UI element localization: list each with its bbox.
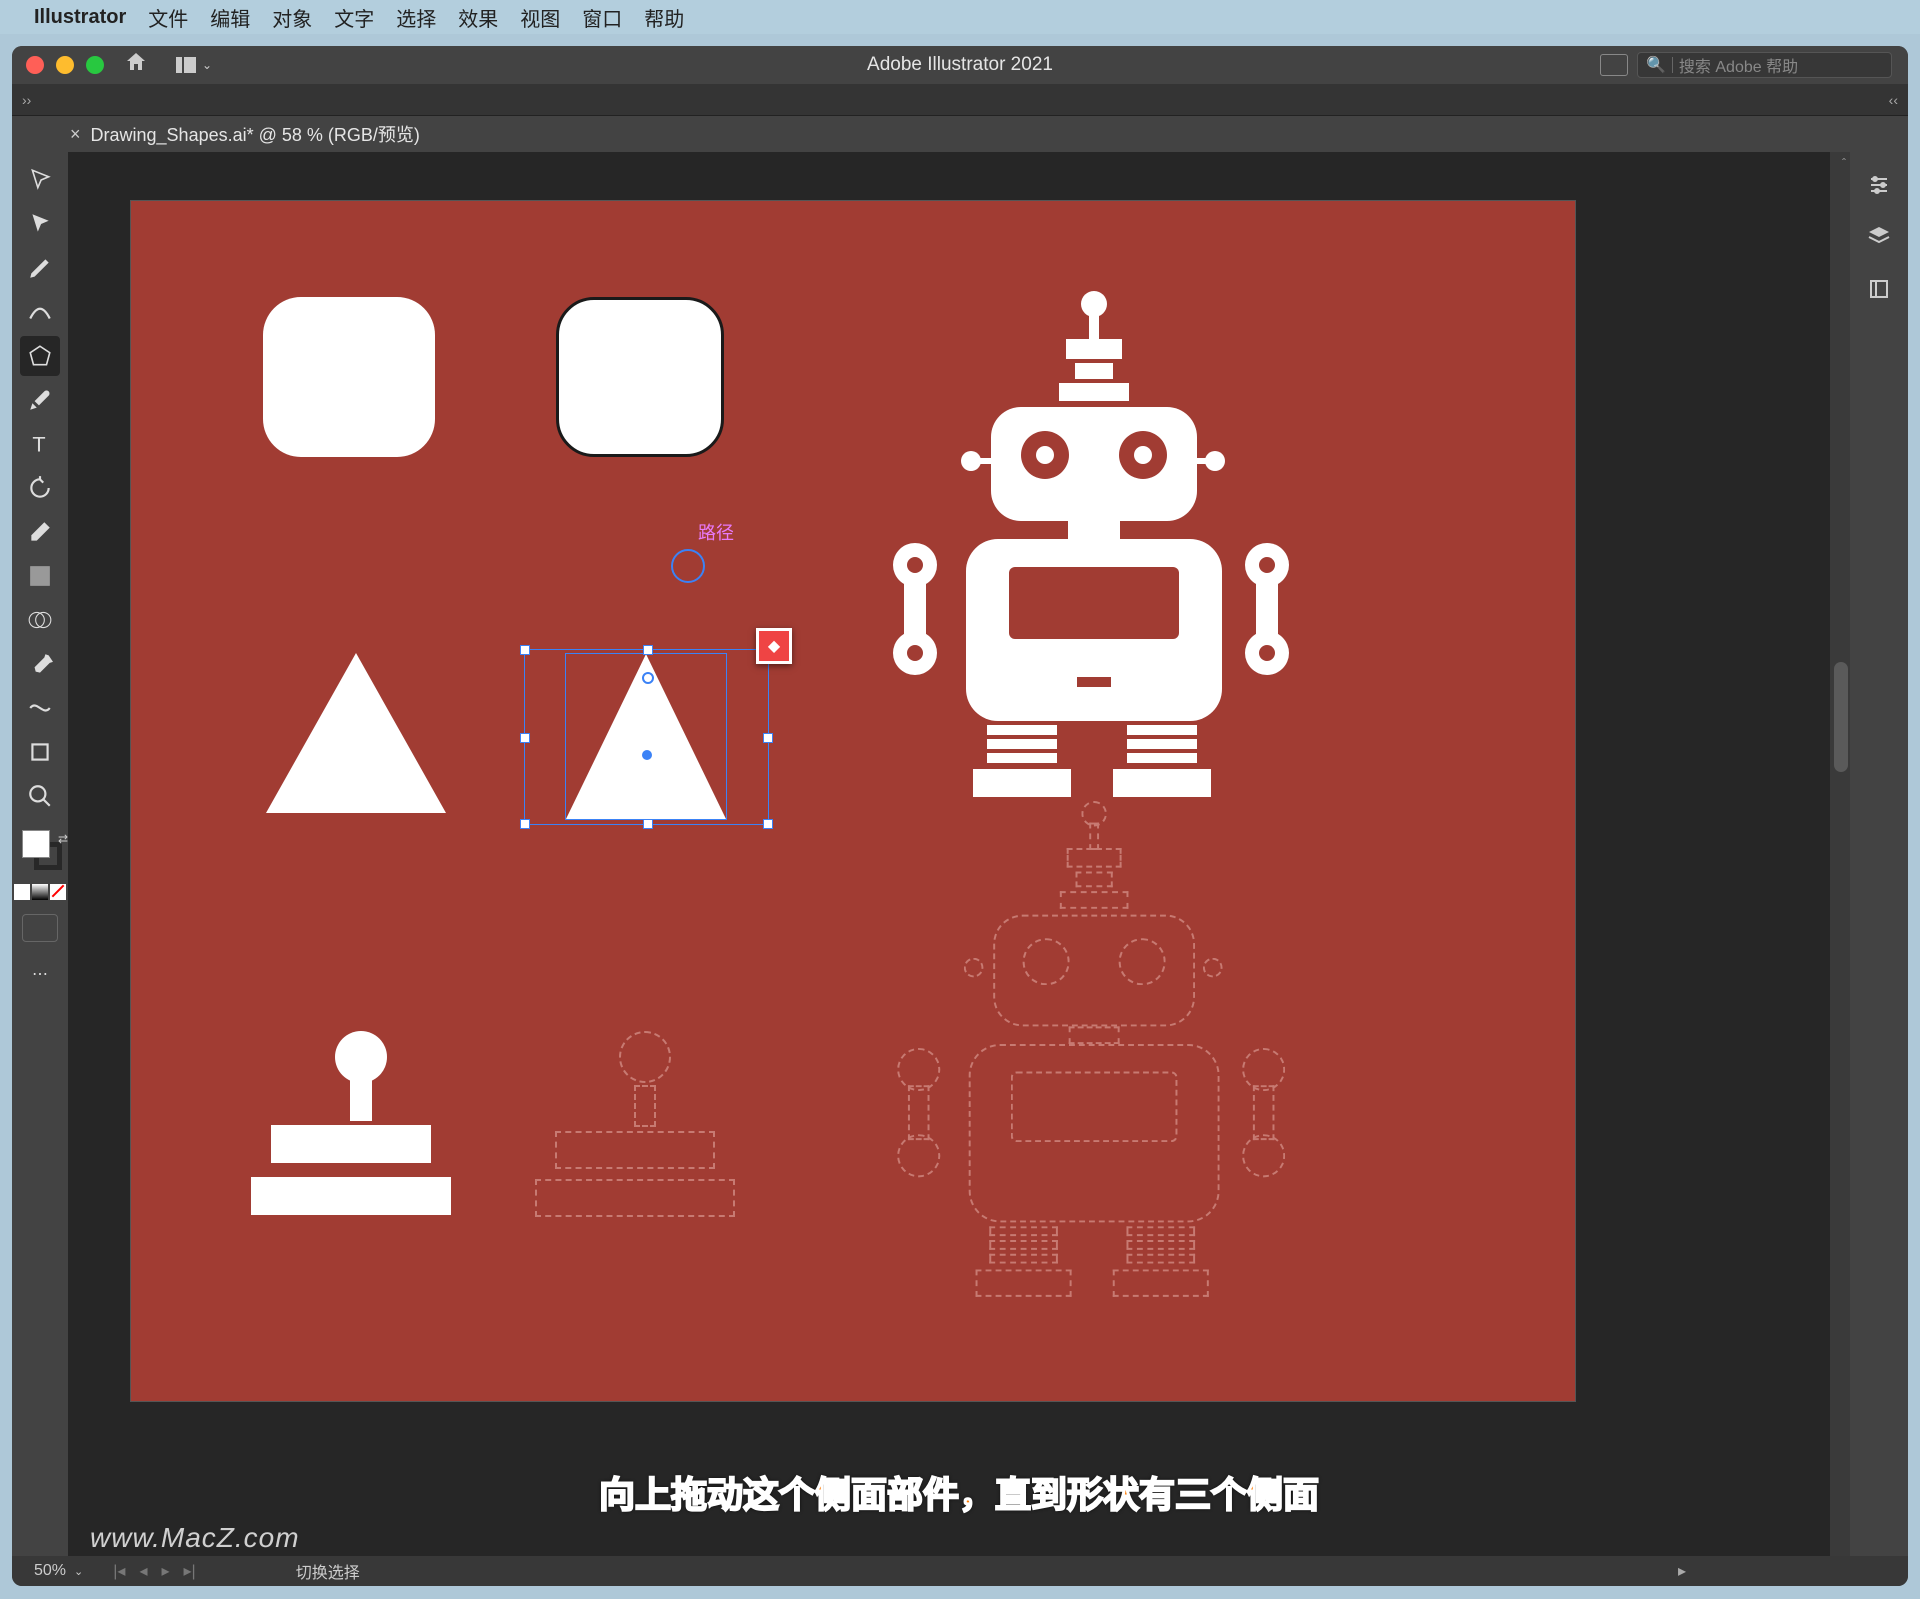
- workspace-switcher[interactable]: ⌄: [176, 57, 212, 73]
- anchor-hover-indicator: [671, 549, 705, 583]
- shape-rounded-rect-outlined[interactable]: [556, 297, 724, 457]
- libraries-panel-icon[interactable]: [1864, 274, 1894, 304]
- eraser-tool[interactable]: [20, 512, 60, 552]
- toolbox: T ⇄ ⋯: [12, 152, 68, 1556]
- arrange-documents-icon[interactable]: [1600, 54, 1628, 76]
- canvas[interactable]: 路径 ◆: [68, 152, 1850, 1556]
- bbox-handle-tc[interactable]: [643, 645, 653, 655]
- bbox-handle-bc[interactable]: [643, 819, 653, 829]
- width-tool[interactable]: [20, 688, 60, 728]
- bbox-handle-tl[interactable]: [520, 645, 530, 655]
- shape-builder-tool[interactable]: [20, 600, 60, 640]
- close-window-button[interactable]: [26, 56, 44, 74]
- zoom-level[interactable]: 50% ⌄: [34, 1562, 83, 1580]
- edit-toolbar-icon[interactable]: ⋯: [20, 954, 60, 994]
- maximize-window-button[interactable]: [86, 56, 104, 74]
- watermark-text: www.MacZ.com: [90, 1522, 300, 1554]
- layers-panel-icon[interactable]: [1864, 222, 1894, 252]
- document-tab-strip: × Drawing_Shapes.ai* @ 58 % (RGB/预览): [12, 116, 1908, 152]
- rotate-tool[interactable]: [20, 468, 60, 508]
- titlebar: ⌄ Adobe Illustrator 2021 🔍 搜索 Adobe 帮助: [12, 46, 1908, 84]
- minimize-window-button[interactable]: [56, 56, 74, 74]
- curvature-tool[interactable]: [20, 292, 60, 332]
- shape-pawn-dashed[interactable]: [555, 1031, 735, 1217]
- bbox-handle-br[interactable]: [763, 819, 773, 829]
- statusbar: 50% ⌄ |◂ ◂ ▸ ▸| 切换选择 ▸: [12, 1556, 1908, 1586]
- swap-fill-stroke-icon[interactable]: ⇄: [58, 832, 68, 846]
- color-mode-gradient[interactable]: [32, 884, 48, 900]
- gradient-tool[interactable]: [20, 556, 60, 596]
- paintbrush-tool[interactable]: [20, 380, 60, 420]
- search-icon: 🔍: [1646, 55, 1666, 75]
- shape-pawn-white[interactable]: [271, 1031, 451, 1215]
- corner-radius-handle[interactable]: [642, 672, 654, 684]
- bbox-handle-bl[interactable]: [520, 819, 530, 829]
- document-tab[interactable]: × Drawing_Shapes.ai* @ 58 % (RGB/预览): [70, 121, 420, 147]
- fill-stroke-swatch[interactable]: ⇄: [22, 830, 58, 866]
- properties-panel-icon[interactable]: [1864, 170, 1894, 200]
- last-artboard-icon[interactable]: ▸|: [184, 1561, 196, 1581]
- path-tooltip-label: 路径: [698, 519, 734, 545]
- color-mode-none[interactable]: [50, 884, 66, 900]
- svg-text:T: T: [32, 432, 45, 457]
- app-name[interactable]: Illustrator: [34, 6, 126, 29]
- artboard-nav: |◂ ◂ ▸ ▸|: [113, 1561, 195, 1581]
- prev-artboard-icon[interactable]: ◂: [139, 1561, 147, 1581]
- fill-color-swatch[interactable]: [22, 830, 50, 858]
- vertical-scrollbar[interactable]: ˆ: [1830, 152, 1850, 1556]
- polygon-tool[interactable]: [20, 336, 60, 376]
- pen-tool[interactable]: [20, 248, 60, 288]
- selection-mode-label[interactable]: 切换选择: [296, 1559, 360, 1583]
- bbox-handle-ml[interactable]: [520, 733, 530, 743]
- menu-help[interactable]: 帮助: [644, 3, 684, 32]
- shape-center-handle[interactable]: [642, 750, 652, 760]
- menu-effect[interactable]: 效果: [458, 3, 498, 32]
- scroll-thumb[interactable]: [1834, 662, 1848, 772]
- window-title: Adobe Illustrator 2021: [867, 54, 1053, 76]
- home-icon[interactable]: [124, 50, 148, 80]
- menu-file[interactable]: 文件: [148, 3, 188, 32]
- menu-type[interactable]: 文字: [334, 3, 374, 32]
- tutorial-caption: 向上拖动这个侧面部件，直到形状有三个侧面: [599, 1466, 1319, 1518]
- control-strip: ›› ‹‹: [12, 84, 1908, 116]
- shape-rounded-rect-white[interactable]: [263, 297, 435, 457]
- artboard-tool[interactable]: [20, 732, 60, 772]
- navigator-play-icon[interactable]: ▸: [1678, 1561, 1686, 1581]
- menu-object[interactable]: 对象: [272, 3, 312, 32]
- direct-selection-tool[interactable]: [20, 204, 60, 244]
- bbox-handle-mr[interactable]: [763, 733, 773, 743]
- draw-mode-buttons[interactable]: [22, 914, 58, 942]
- next-artboard-icon[interactable]: ▸: [161, 1561, 169, 1581]
- color-mode-solid[interactable]: [14, 884, 30, 900]
- expand-control-left-icon[interactable]: ››: [22, 92, 31, 108]
- first-artboard-icon[interactable]: |◂: [113, 1561, 125, 1581]
- scroll-up-icon[interactable]: ˆ: [1842, 156, 1846, 170]
- eyedropper-tool[interactable]: [20, 644, 60, 684]
- color-mode-swatches[interactable]: [14, 884, 66, 900]
- zoom-tool[interactable]: [20, 776, 60, 816]
- expand-control-right-icon[interactable]: ‹‹: [1889, 92, 1898, 108]
- polygon-sides-widget[interactable]: ◆: [756, 628, 792, 664]
- menu-view[interactable]: 视图: [520, 3, 560, 32]
- document-tab-label: Drawing_Shapes.ai* @ 58 % (RGB/预览): [91, 121, 420, 147]
- right-panel-dock: [1850, 152, 1908, 1556]
- menu-window[interactable]: 窗口: [582, 3, 622, 32]
- selection-tool[interactable]: [20, 160, 60, 200]
- app-window: ⌄ Adobe Illustrator 2021 🔍 搜索 Adobe 帮助 ›…: [12, 46, 1908, 1586]
- selected-shape-triangle[interactable]: ◆: [524, 649, 769, 825]
- menu-select[interactable]: 选择: [396, 3, 436, 32]
- type-tool[interactable]: T: [20, 424, 60, 464]
- close-tab-icon[interactable]: ×: [70, 124, 81, 145]
- chevron-down-icon[interactable]: ⌄: [74, 1565, 83, 1578]
- help-search-input[interactable]: 🔍 搜索 Adobe 帮助: [1637, 52, 1892, 78]
- macos-menubar: Illustrator 文件 编辑 对象 文字 选择 效果 视图 窗口 帮助: [0, 0, 1920, 34]
- menu-edit[interactable]: 编辑: [210, 3, 250, 32]
- shape-triangle-white[interactable]: [266, 653, 446, 813]
- artboard[interactable]: 路径 ◆: [130, 200, 1576, 1402]
